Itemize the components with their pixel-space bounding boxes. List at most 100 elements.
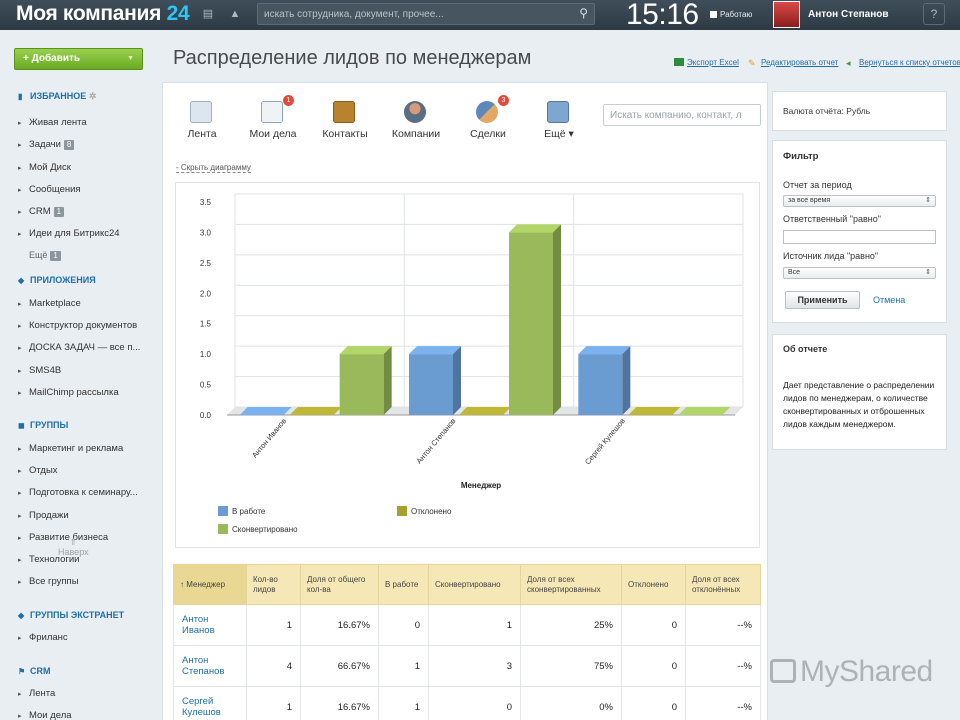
sidebar-item-sms4b[interactable]: ▸ SMS4B [18,365,61,376]
sidebar-item-group[interactable]: ▸ Отдых [18,465,58,476]
nav-contacts[interactable]: Контакты [311,95,379,145]
company-logo[interactable]: Моя компания 24 [16,2,190,26]
work-status[interactable]: Работаю [710,10,752,19]
sidebar-item-ideas[interactable]: ▸ Идеи для Битрикс24 [18,228,120,239]
about-text: Дает представление о распределении лидов… [783,380,935,429]
x-tick-label: Антон Иванов [250,416,288,459]
nav-feed[interactable]: Лента [168,95,236,145]
user-name[interactable]: Антон Степанов [808,9,889,20]
sidebar-more[interactable]: Ещё 1 [29,250,61,261]
nav-companies[interactable]: Компании [382,95,450,145]
count-badge: 1 [50,251,61,261]
sidebar-item-live-feed[interactable]: ▸ Живая лента [18,117,87,128]
sidebar-item-task-board[interactable]: ▸ ДОСКА ЗАДАЧ — все п... [18,342,140,353]
flag-icon: ⚑ [18,667,26,676]
nav-more[interactable]: Ещё ▾ [525,95,593,145]
bar-chart-svg: 0.0 0.5 1.0 1.5 2.0 2.5 3.0 3.5 Антон Иванов Анто… [200,193,744,534]
column-header[interactable]: Отклонено [621,564,686,605]
bar-top [339,346,392,355]
export-excel-link[interactable]: Экспорт Excel [674,58,739,67]
sidebar-item-my-activities[interactable]: ▸ Мои дела [18,710,72,720]
notification-icon[interactable]: ▲ [229,8,241,20]
select-arrows-icon: ⇕ [925,269,931,276]
table-cell: 0 [428,686,521,720]
column-header[interactable]: Доля от общего кол-ва [300,564,379,605]
table-cell: 16.67% [300,686,379,720]
about-title: Об отчете [783,344,828,354]
cancel-link[interactable]: Отмена [873,295,905,305]
sidebar-item-mailchimp[interactable]: ▸ MailChimp рассылка [18,387,119,398]
excel-icon [674,58,684,66]
legend-swatch [218,506,228,516]
avatar[interactable] [773,1,800,28]
sidebar-header-groups[interactable]: ◼ ГРУППЫ [18,420,68,430]
crm-search-input[interactable] [603,104,761,126]
bar-side [453,346,461,415]
grid-icon [547,101,569,123]
sidebar-item-tasks[interactable]: ▸ Задачи 8 [18,139,75,150]
sidebar-item-marketplace[interactable]: ▸ Marketplace [18,298,81,309]
extranet-icon: ◆ [18,611,25,620]
about-panel: Об отчете Дает представление о распредел… [772,334,947,450]
column-header[interactable]: Доля от всех сконвертированных [520,564,622,605]
global-search-input[interactable] [264,7,564,22]
search-icon[interactable]: ⚲ [579,6,588,20]
sidebar-item-my-drive[interactable]: ▸ Мой Диск [18,162,71,173]
sidebar-item-group[interactable]: ▸ Маркетинг и реклама [18,443,123,454]
y-tick-label: 0.5 [200,381,212,390]
companies-icon [404,101,426,123]
responsible-input[interactable] [783,230,936,244]
column-header[interactable]: Кол-во лидов [246,564,301,605]
bar-top [678,407,731,415]
sidebar-item-doc-constructor[interactable]: ▸ Конструктор документов [18,320,137,331]
table-cell: 1 [428,604,521,646]
x-tick-label: Антон Степанов [414,417,457,466]
table-cell: 0 [378,604,429,646]
chevron-down-icon: ▼ [127,55,134,62]
manager-link[interactable]: Сергей Кулешов [173,686,247,720]
sidebar-item-messages[interactable]: ▸ Сообщения [18,184,81,195]
period-select[interactable]: за все время ⇕ [783,195,936,207]
manager-link[interactable]: Антон Иванов [173,604,247,646]
chat-icon[interactable]: ▤ [202,8,214,20]
table-cell: --% [685,645,761,687]
help-button[interactable]: ? [923,3,945,25]
column-header[interactable]: Сконвертировано [428,564,521,605]
column-header[interactable]: В работе [378,564,429,605]
sidebar-item-all-groups[interactable]: ▸ Все группы [18,576,79,587]
scroll-up-button[interactable]: ⇑ Наверх [58,537,89,557]
sidebar-item-freelance[interactable]: ▸ Фриланс [18,632,68,643]
add-button[interactable]: + Добавить ▼ [14,48,143,70]
table-cell: 3 [428,645,521,687]
sidebar-item-crm[interactable]: ▸ CRM 1 [18,206,65,217]
sidebar-header-crm[interactable]: ⚑ CRM [18,666,51,676]
column-header[interactable]: Доля от всех отклонённых [685,564,761,605]
hide-chart-link[interactable]: - Скрыть диаграмму [176,163,251,173]
filter-title: Фильтр [783,151,819,162]
feed-icon [190,101,212,123]
column-header-manager[interactable]: ↑ Менеджер [173,564,247,605]
legend-label: Сконвертировано [232,525,298,534]
table-header-row: ↑ Менеджер Кол-во лидов Доля от общего к… [173,564,761,605]
sidebar-header-extranet[interactable]: ◆ ГРУППЫ ЭКСТРАНЕТ [18,610,124,620]
table-cell: 1 [246,686,301,720]
sidebar-item-crm-feed[interactable]: ▸ Лента [18,688,55,699]
edit-report-link[interactable]: ✎ Редактировать отчет [748,58,838,68]
sidebar-header-favorites[interactable]: ▮ ИЗБРАННОЕ ✲ [18,91,96,102]
manager-link[interactable]: Антон Степанов [173,645,247,687]
nav-deals[interactable]: 3 Сделки [454,95,522,145]
legend-label: В работе [232,507,266,516]
table-cell: 0 [621,604,686,646]
global-search[interactable]: ⚲ [257,3,595,25]
sidebar-item-group[interactable]: ▸ Подготовка к семинару... [18,487,138,498]
source-select[interactable]: Все ⇕ [783,267,936,279]
sidebar-item-group[interactable]: ▸ Продажи [18,510,69,521]
nav-my-activities[interactable]: 1 Мои дела [239,95,307,145]
gear-icon[interactable]: ✲ [89,91,97,101]
bar [409,354,453,415]
sidebar-header-apps[interactable]: ◆ ПРИЛОЖЕНИЯ [18,275,96,285]
clock: 15:16 [626,0,699,31]
apply-button[interactable]: Применить [785,291,860,309]
legend-swatch [218,524,228,534]
back-to-reports-link[interactable]: ◂ Вернуться к списку отчетов [846,58,960,68]
